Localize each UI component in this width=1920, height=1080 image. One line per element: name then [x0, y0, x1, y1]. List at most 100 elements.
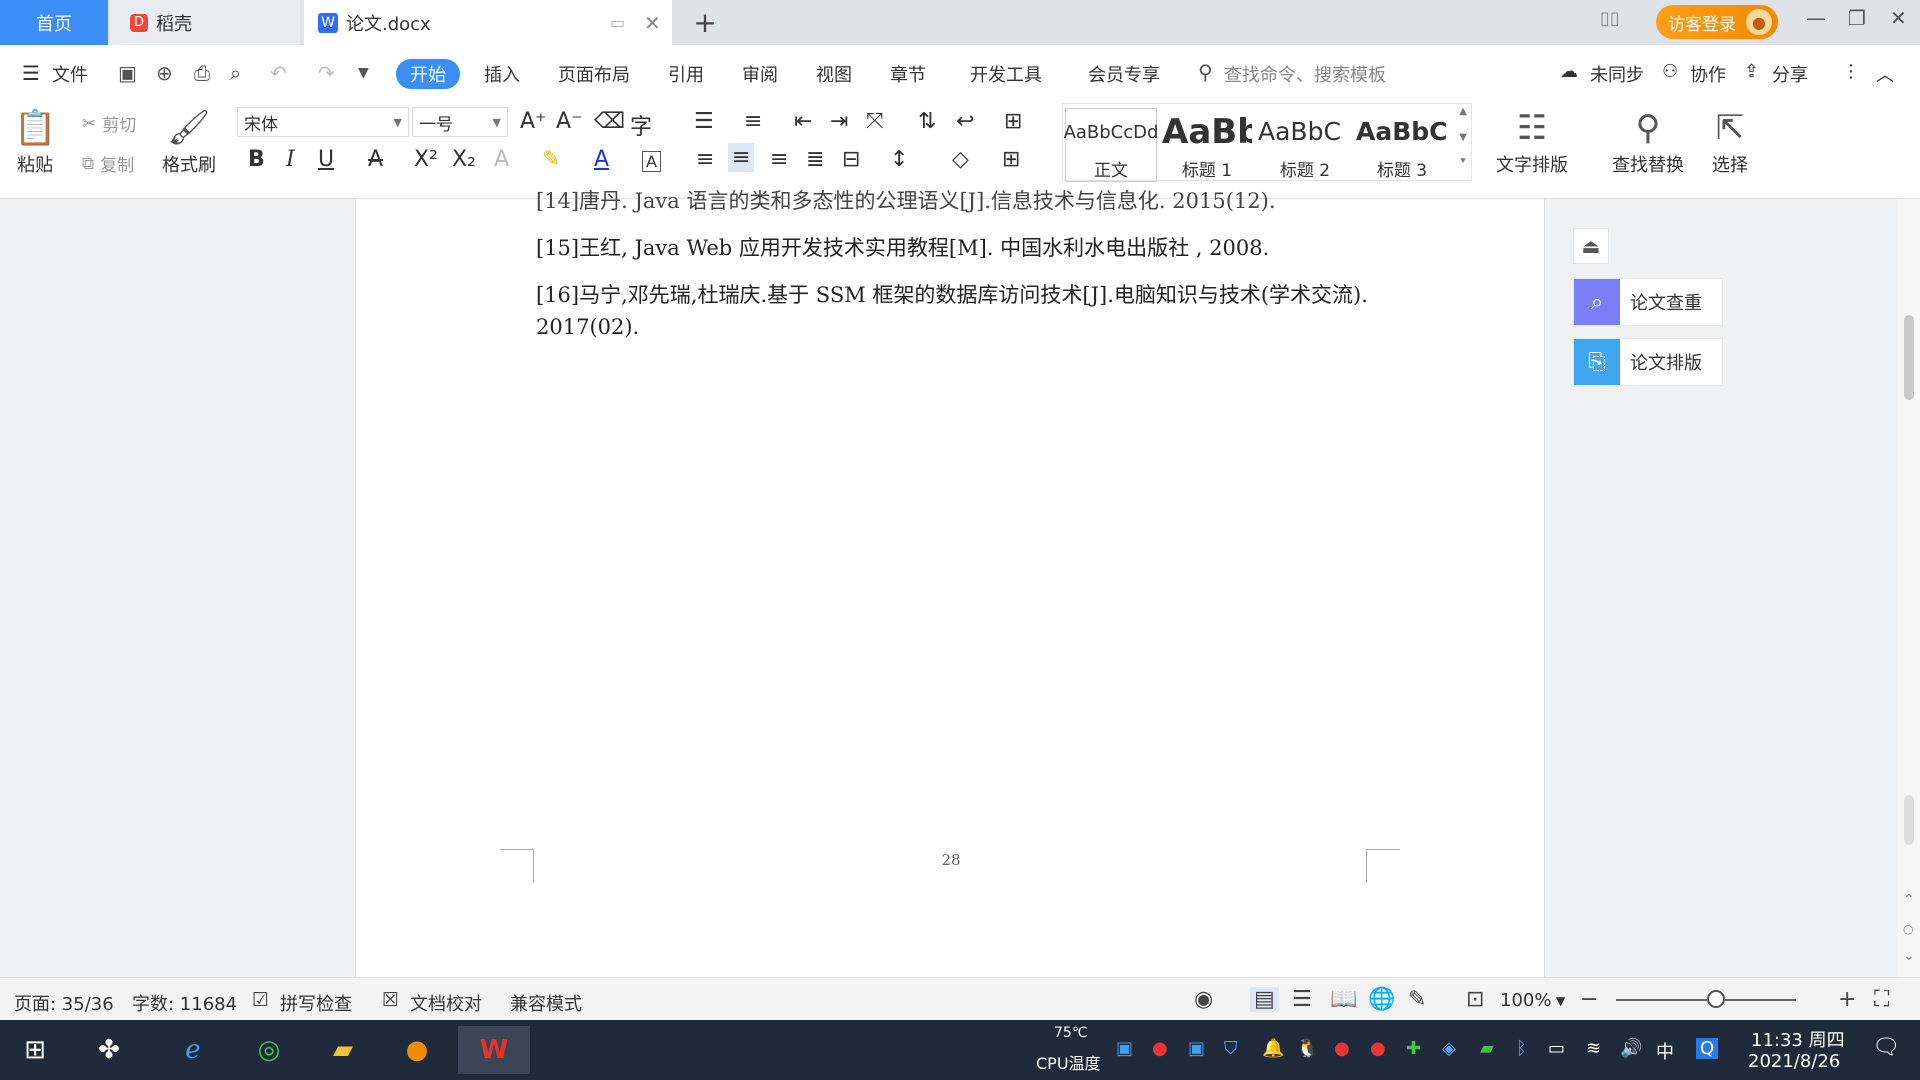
tray-app-icon[interactable]: ● — [1370, 1038, 1386, 1059]
write-mode-icon[interactable]: ✎ — [1408, 987, 1426, 1012]
menu-file[interactable]: 文件 — [52, 61, 88, 87]
ruler-icon[interactable]: ⊞ — [1004, 109, 1022, 134]
tab-home[interactable]: 首页 — [0, 0, 108, 45]
sync-status[interactable]: 未同步 — [1590, 61, 1644, 87]
subscript-icon[interactable]: X₂ — [452, 147, 476, 172]
tray-app-icon[interactable]: ● — [1152, 1038, 1168, 1059]
clock-time[interactable]: 11:33 周四 — [1751, 1026, 1845, 1052]
underline-icon[interactable]: U — [318, 147, 334, 172]
paper-layout-button[interactable]: ⎘ 论文排版 — [1573, 338, 1723, 386]
collapse-ribbon-icon[interactable]: ︿ — [1876, 61, 1894, 87]
menu-references[interactable]: 引用 — [668, 61, 704, 87]
tab-daoke[interactable]: D 稻壳 — [110, 0, 300, 45]
window-layout-icon[interactable]: ▯▯ — [1600, 8, 1620, 29]
align-right-icon[interactable]: ≡ — [770, 147, 788, 172]
command-search-input[interactable]: 查找命令、搜索模板 — [1224, 61, 1386, 87]
new-tab-button[interactable]: + — [690, 0, 720, 45]
close-window-icon[interactable]: ✕ — [1890, 6, 1907, 30]
windows-start-icon[interactable]: ⊞ — [10, 1026, 60, 1074]
sort-icon[interactable]: ⇅ — [918, 109, 936, 134]
zoom-in-icon[interactable]: + — [1838, 987, 1856, 1012]
menu-page-layout[interactable]: 页面布局 — [558, 61, 630, 87]
ie-browser-icon[interactable]: ℯ — [168, 1026, 218, 1074]
prev-page-icon[interactable]: ⌃ — [1903, 892, 1915, 908]
style-scroll-up-icon[interactable]: ▲ — [1459, 106, 1467, 117]
strikethrough-icon[interactable]: A — [368, 147, 383, 172]
select-button[interactable]: ⇱ 选择 — [1712, 105, 1748, 177]
format-painter-button[interactable]: 🖌 格式刷 — [162, 105, 216, 177]
nvidia-icon[interactable]: ▰ — [1480, 1038, 1494, 1059]
find-replace-button[interactable]: ⚲ 查找替换 — [1612, 105, 1684, 177]
page-view-icon[interactable]: ▤ — [1250, 987, 1279, 1012]
style-heading-1[interactable]: AaBb 标题 1 — [1161, 108, 1253, 182]
panel-collapse-button[interactable]: ⏏ — [1573, 228, 1609, 264]
menu-review[interactable]: 审阅 — [742, 61, 778, 87]
hamburger-icon[interactable]: ☰ — [22, 61, 40, 85]
text-effect-icon[interactable]: A — [494, 147, 509, 172]
page-indicator[interactable]: 页面: 35/36 — [14, 990, 114, 1016]
scrollbar-thumb[interactable] — [1904, 315, 1914, 400]
zoom-dropdown-icon[interactable]: ▼ — [1556, 994, 1565, 1008]
bluetooth-icon[interactable]: ᛒ — [1516, 1038, 1527, 1059]
reading-view-icon[interactable]: 📖 — [1330, 987, 1357, 1012]
font-name-select[interactable]: 宋体 ▼ — [237, 107, 409, 137]
minimize-icon[interactable]: — — [1806, 6, 1826, 30]
undo-icon[interactable]: ↶ — [270, 61, 287, 85]
fan-app-icon[interactable]: ✤ — [84, 1026, 134, 1074]
eye-protect-icon[interactable]: ◉ — [1194, 987, 1213, 1012]
superscript-icon[interactable]: X² — [414, 147, 438, 172]
more-icon[interactable]: ⋮ — [1842, 61, 1860, 82]
media-app-icon[interactable]: ● — [392, 1026, 442, 1074]
line-spacing-icon[interactable]: ↕ — [890, 147, 908, 172]
style-more-icon[interactable]: ⯆ — [1459, 156, 1467, 167]
increase-indent-icon[interactable]: ⇥ — [830, 109, 848, 134]
paste-button[interactable]: 📋 粘贴 — [14, 105, 56, 177]
font-color-icon[interactable]: A — [594, 147, 609, 172]
notification-center-icon[interactable]: 🗨 — [1872, 1035, 1900, 1060]
document-page[interactable]: [14]唐丹. Java 语言的类和多态性的公理语义[J].信息技术与信息化. … — [355, 189, 1545, 977]
next-page-icon[interactable]: ⌄ — [1903, 948, 1915, 964]
shading-icon[interactable]: ◇ — [952, 147, 969, 172]
borders-icon[interactable]: ⊞ — [1002, 147, 1020, 172]
word-count[interactable]: 字数: 11684 — [132, 990, 237, 1016]
menu-member[interactable]: 会员专享 — [1088, 61, 1160, 87]
zoom-level[interactable]: 100% — [1500, 990, 1551, 1011]
doc-proof-button[interactable]: 文档校对 — [410, 990, 482, 1016]
guest-login-button[interactable]: 访客登录 ● — [1656, 5, 1778, 39]
menu-view[interactable]: 视图 — [816, 61, 852, 87]
font-size-select[interactable]: 一号 ▼ — [412, 107, 508, 137]
fit-page-icon[interactable]: ⊡ — [1466, 987, 1484, 1012]
customize-toolbar-icon[interactable]: ▼ — [358, 65, 369, 81]
paper-check-button[interactable]: ⌕ 论文查重 — [1573, 278, 1723, 326]
qq-icon[interactable]: 🐧 — [1296, 1038, 1318, 1059]
tab-document[interactable]: W 论文.docx ▭ ✕ — [304, 0, 672, 45]
tray-app-icon[interactable]: ▣ — [1116, 1038, 1133, 1059]
outline-view-icon[interactable]: ☰ — [1292, 987, 1312, 1012]
show-marks-icon[interactable]: ↩ — [956, 109, 974, 134]
wps-taskbar-icon[interactable]: W — [458, 1026, 530, 1074]
tray-app-icon[interactable]: ◈ — [1442, 1038, 1456, 1059]
green-browser-icon[interactable]: ◎ — [244, 1026, 294, 1074]
italic-icon[interactable]: I — [286, 147, 295, 172]
cut-button[interactable]: ✂ 剪切 — [82, 111, 136, 137]
numbered-list-icon[interactable]: ≡ — [744, 109, 762, 134]
justify-icon[interactable]: ≣ — [806, 147, 824, 172]
tray-app-icon[interactable]: ▣ — [1188, 1038, 1205, 1059]
save-icon[interactable]: ▣ — [118, 61, 137, 85]
align-left-icon[interactable]: ≡ — [696, 147, 714, 172]
input-method-icon[interactable]: Q — [1696, 1038, 1719, 1059]
zoom-out-icon[interactable]: − — [1580, 987, 1598, 1012]
text-layout-button[interactable]: ☷ 文字排版 — [1496, 105, 1568, 177]
redo-icon[interactable]: ↷ — [318, 61, 335, 85]
collab-button[interactable]: 协作 — [1690, 61, 1726, 87]
wifi-icon[interactable]: ≋ — [1586, 1038, 1601, 1059]
clear-format-icon[interactable]: ⌫ — [594, 109, 625, 134]
phonetic-guide-icon[interactable]: 字 — [630, 109, 652, 141]
menu-start[interactable]: 开始 — [396, 59, 460, 89]
increase-font-icon[interactable]: A⁺ — [520, 109, 547, 134]
menu-insert[interactable]: 插入 — [484, 61, 520, 87]
cloud-save-icon[interactable]: ⊕ — [156, 61, 173, 85]
style-heading-3[interactable]: AaBbC 标题 3 — [1355, 108, 1449, 182]
select-browse-object-icon[interactable]: ○ — [1903, 922, 1913, 936]
copy-button[interactable]: ⧉ 复制 — [82, 151, 134, 177]
